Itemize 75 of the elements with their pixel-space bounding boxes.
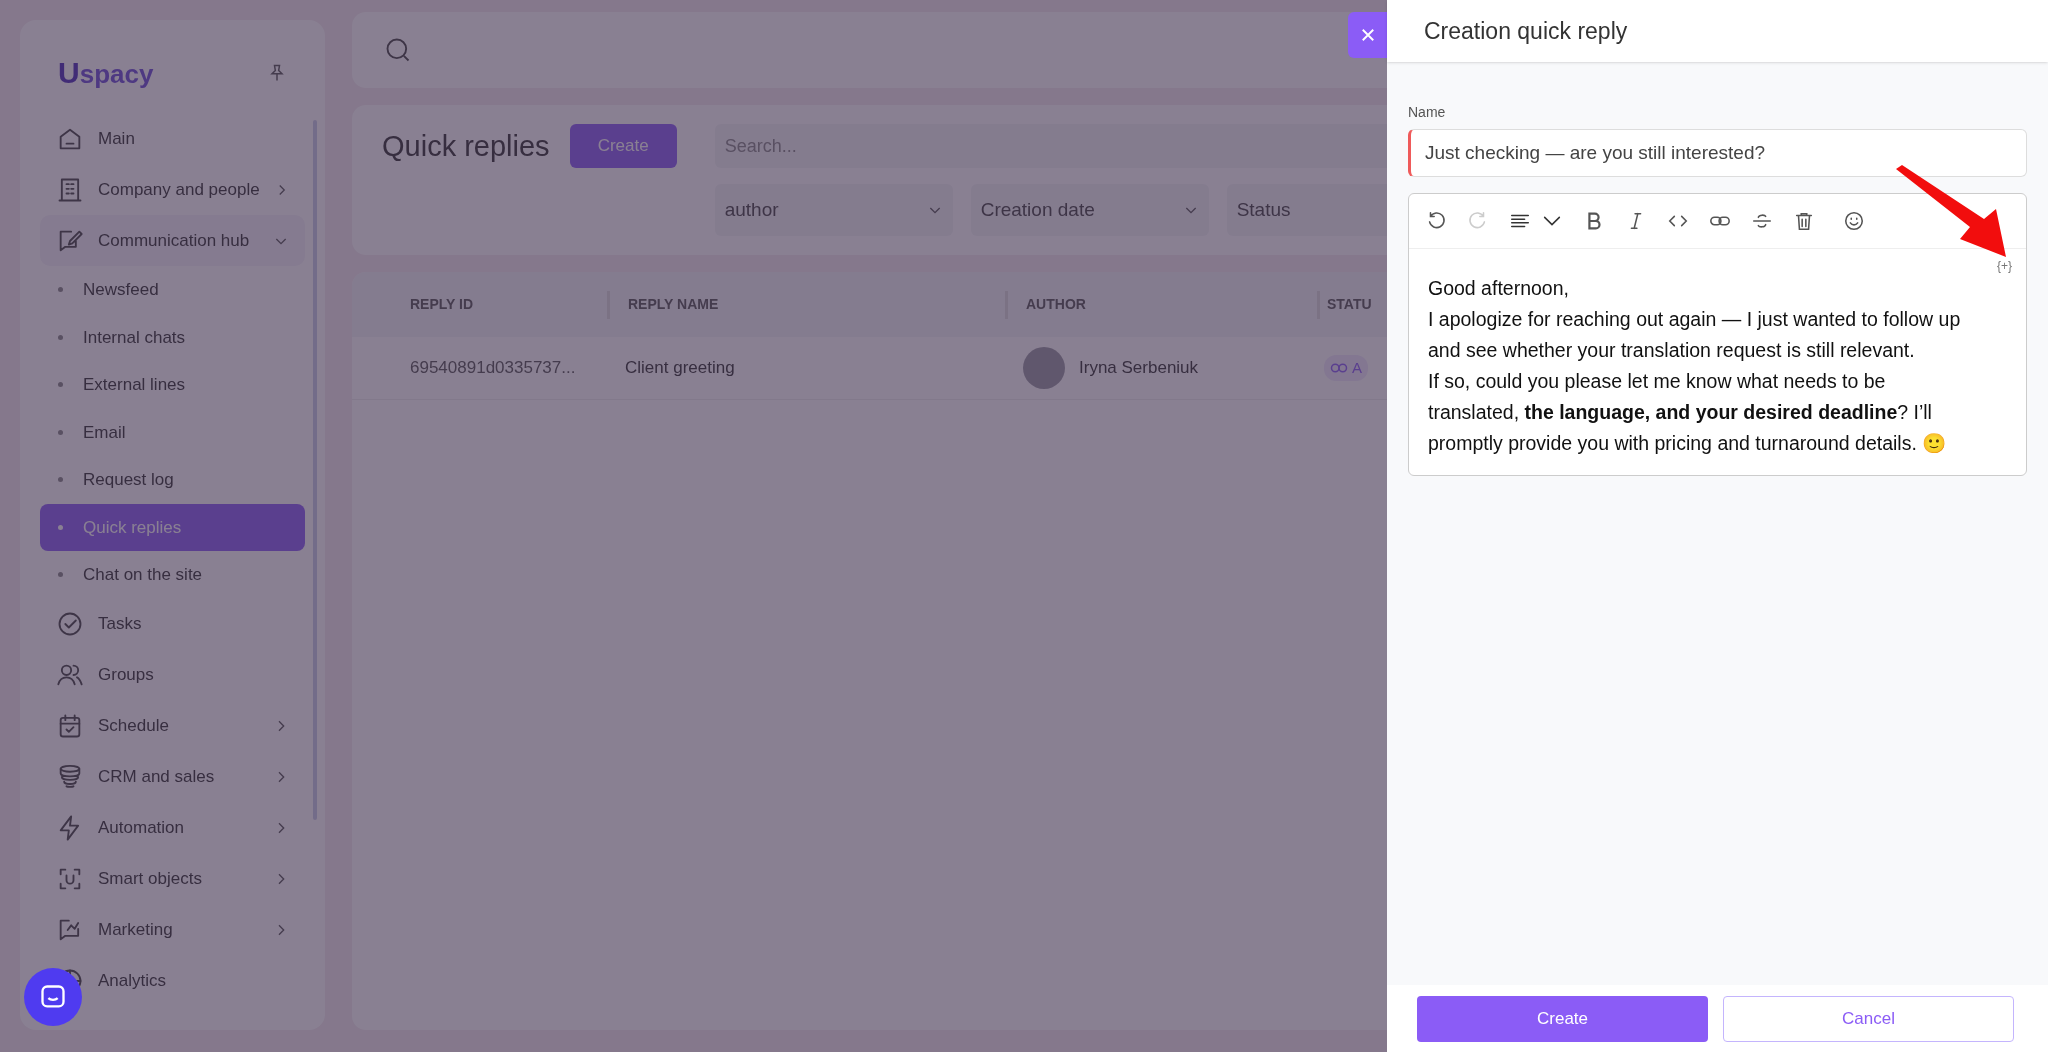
table-cell: 69540891d0335737... [410, 358, 576, 378]
column-header[interactable]: AUTHOR [1026, 294, 1086, 315]
sidebar-subitem-label: Newsfeed [83, 279, 159, 301]
sidebar-item[interactable]: Main [40, 113, 305, 164]
sidebar-item-label: Groups [98, 664, 155, 687]
create-button[interactable]: Create [569, 124, 677, 168]
sidebar-item-label: Communication hub [98, 229, 251, 252]
sidebar-item-label: Main [98, 127, 136, 150]
link-icon [1330, 361, 1348, 374]
bullet-icon [58, 477, 63, 483]
sidebar-subitem-label: Chat on the site [83, 564, 203, 586]
sidebar-item-label: CRM and sales [98, 766, 216, 789]
sidebar-subitem[interactable]: Newsfeed [40, 266, 305, 314]
sidebar-subitem-label: External lines [83, 374, 186, 396]
filter-dropdown[interactable]: Creation date [970, 184, 1209, 236]
field-label: Name [1408, 103, 1447, 122]
column-header[interactable]: REPLY NAME [628, 294, 719, 315]
panel-title: Creation quick reply [1424, 16, 1628, 46]
editor-paragraph: If so, could you please let me know what needs to be translated, the language, and your desired deadline? I’ll promptly provide you with pricing and turnaround details. 🙂 [1428, 369, 1948, 456]
sidebar-subitem[interactable]: Internal chats [40, 313, 305, 361]
page-title: Quick replies [382, 129, 550, 164]
sidebar-subitem-label: Quick replies [83, 516, 182, 539]
sidebar-subitem[interactable]: Request log [40, 456, 305, 504]
sidebar-item-label: Analytics [98, 970, 168, 993]
create-button[interactable]: Create [1417, 995, 1708, 1042]
sidebar-item-label: Schedule [98, 715, 170, 738]
column-header[interactable]: REPLY ID [410, 294, 474, 315]
column-header[interactable]: STATU [1327, 294, 1372, 315]
search-icon[interactable] [384, 36, 412, 64]
sidebar-item[interactable]: Automation [40, 802, 305, 854]
check-circle-icon [56, 610, 84, 638]
sidebar-item[interactable]: Groups [40, 649, 305, 701]
sidebar-item-label: Smart objects [98, 868, 203, 891]
sidebar-item-label: Marketing [98, 919, 174, 942]
sidebar-item[interactable]: Schedule [40, 700, 305, 752]
table-cell: Client greeting [625, 358, 735, 378]
sidebar-subitem[interactable]: Chat on the site [40, 551, 305, 599]
sidebar-subitem-label: Email [83, 421, 126, 444]
sidebar-item[interactable]: Smart objects [40, 853, 305, 905]
bullet-icon [58, 572, 63, 578]
logo[interactable]: Uspacy [58, 50, 154, 95]
chat-icon [39, 983, 67, 1011]
sidebar-item[interactable]: Communication hub [40, 215, 305, 266]
filter-dropdown[interactable]: Status [1226, 184, 1387, 236]
sidebar-item[interactable]: Marketing [40, 904, 305, 956]
sidebar-item-label: Tasks [98, 613, 143, 636]
rich-text-editor[interactable] [1408, 193, 2027, 476]
status-badge: A [1324, 354, 1368, 382]
editor-paragraph: I apologize for reaching out again — I just wanted to follow up and see whether your translation request is still relevant. [1428, 307, 1962, 363]
sidebar-item[interactable]: CRM and sales [40, 751, 305, 803]
bullet-icon [58, 287, 63, 293]
trash-icon[interactable] [1793, 210, 1815, 232]
sidebar-subitem-label: Internal chats [83, 326, 186, 349]
insert-variable-button[interactable]: {+} [1996, 257, 2012, 275]
cancel-button[interactable]: Cancel [1723, 995, 2014, 1042]
sidebar-subitem[interactable]: Email [40, 408, 305, 456]
bullet-icon [58, 334, 63, 340]
sidebar-item-label: Automation [98, 817, 185, 840]
avatar [1023, 347, 1065, 389]
sidebar-subitem-label: Request log [83, 469, 174, 491]
sidebar-item[interactable]: Company and people [40, 164, 305, 215]
name-field[interactable]: Just checking — are you still interested? [1408, 129, 2027, 177]
sidebar-item[interactable]: Tasks [40, 598, 305, 650]
sidebar-subitem[interactable]: Quick replies [40, 503, 305, 551]
bullet-icon [58, 524, 63, 530]
filter-dropdown[interactable]: author [714, 184, 953, 236]
emoji-icon[interactable] [1843, 210, 1865, 232]
sidebar-item-label: Company and people [98, 178, 260, 201]
editor-paragraph: Good afternoon, [1428, 276, 1570, 301]
bullet-icon [58, 429, 63, 435]
sidebar-subitem[interactable]: External lines [40, 361, 305, 409]
bullet-icon [58, 382, 63, 388]
table-cell-text: Iryna Serbeniuk [1079, 357, 1199, 380]
pin-icon[interactable] [267, 62, 287, 83]
close-button[interactable] [1348, 12, 1387, 58]
